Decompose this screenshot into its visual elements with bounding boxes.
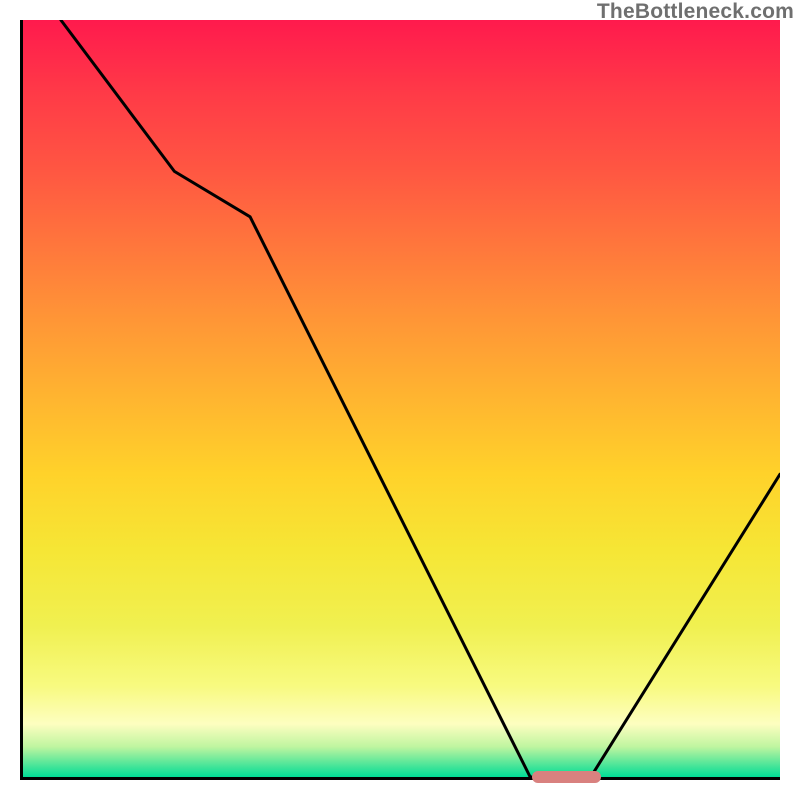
optimal-range-marker xyxy=(532,771,600,783)
curve-overlay xyxy=(23,20,780,777)
chart-frame: TheBottleneck.com xyxy=(0,0,800,800)
plot-area xyxy=(20,20,780,780)
bottleneck-curve xyxy=(61,20,780,777)
